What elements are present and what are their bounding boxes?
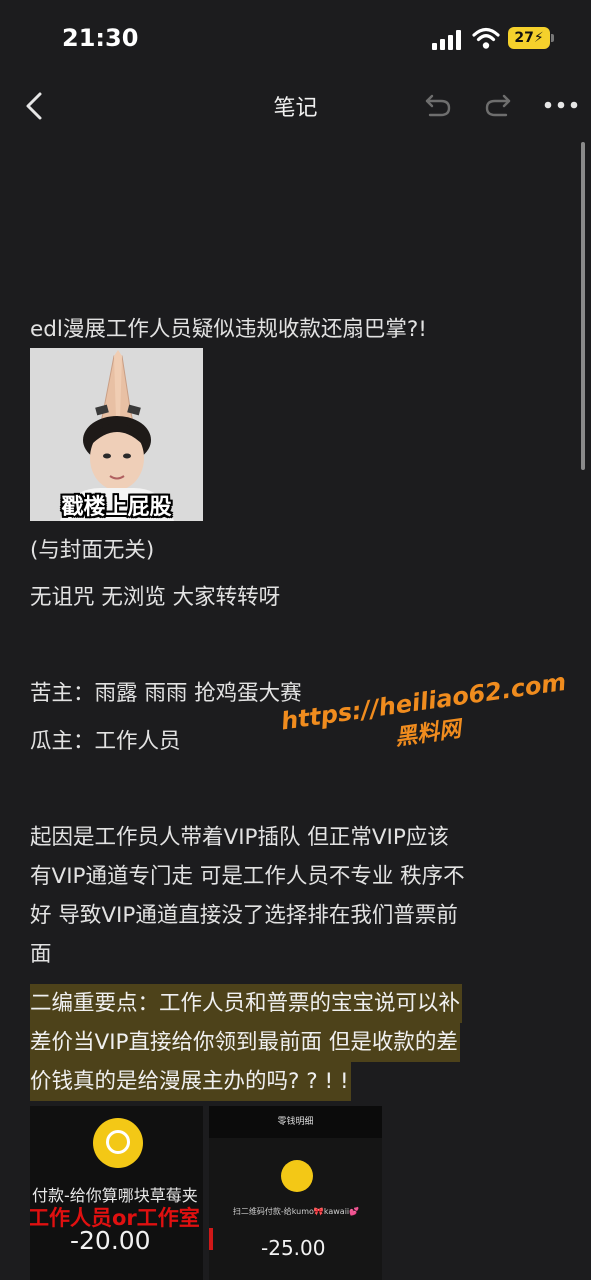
highlight-line: 差价当VIP直接给你领到最前面 但是收款的差: [30, 1023, 460, 1062]
coin-symbol: [106, 1130, 130, 1154]
subject-line: 瓜主：工作人员: [30, 729, 181, 754]
cellular-signal-icon: [432, 30, 461, 50]
more-options-icon[interactable]: [544, 100, 578, 110]
scrollbar[interactable]: [581, 142, 585, 470]
story-line: 好 导致VIP通道直接没了选择排在我们普票前: [30, 903, 458, 928]
battery-level: 27: [514, 30, 534, 46]
meme-caption: 戳楼上屁股: [61, 495, 172, 520]
payment-amount: -25.00: [261, 1236, 326, 1260]
story-paragraph: 起因是工作员人带着VIP插队 但正常VIP应该 有VIP通道专门走 可是工作人员…: [30, 818, 550, 974]
meme-note: (与封面无关): [30, 538, 155, 563]
watermark: https://heiliao62.com 黑料网: [278, 668, 574, 768]
battery-icon: 27⚡: [508, 27, 550, 49]
note-heading: edl漫展工作人员疑似违规收款还扇巴掌?!: [30, 317, 427, 342]
highlight-line: 二编重要点：工作人员和普票的宝宝说可以补: [30, 984, 463, 1023]
highlight-line: 价钱真的是给漫展主办的吗? ? ! !: [30, 1062, 351, 1101]
payment-screenshot-right: 零钱明细 扫二维码付款-给kumo🎀kawaii💕 -25.00: [209, 1106, 382, 1280]
story-line: 有VIP通道专门走 可是工作人员不专业 秩序不: [30, 864, 465, 889]
wallet-coin-icon: [281, 1160, 313, 1192]
battery-tip: [551, 34, 554, 42]
redo-icon[interactable]: [484, 92, 512, 118]
meme-image: 戳楼上屁股: [30, 348, 203, 521]
undo-icon[interactable]: [424, 92, 452, 118]
wifi-icon: [472, 27, 500, 49]
story-line: 起因是工作员人带着VIP插队 但正常VIP应该: [30, 825, 449, 850]
victims-line: 苦主：雨露 雨雨 抢鸡蛋大赛: [30, 681, 302, 706]
payment-screenshot-left: 付款-给你算哪块草莓夹 工作人员or工作室 -20.00: [30, 1106, 203, 1280]
story-line: 面: [30, 942, 52, 967]
status-time: 21:30: [62, 24, 139, 52]
detail-title: 零钱明细: [277, 1117, 314, 1127]
payment-desc: 扫二维码付款-给kumo🎀kawaii💕: [232, 1207, 360, 1216]
payment-amount: -20.00: [70, 1226, 151, 1255]
text-line: 无诅咒 无浏览 大家转转呀: [30, 585, 281, 610]
